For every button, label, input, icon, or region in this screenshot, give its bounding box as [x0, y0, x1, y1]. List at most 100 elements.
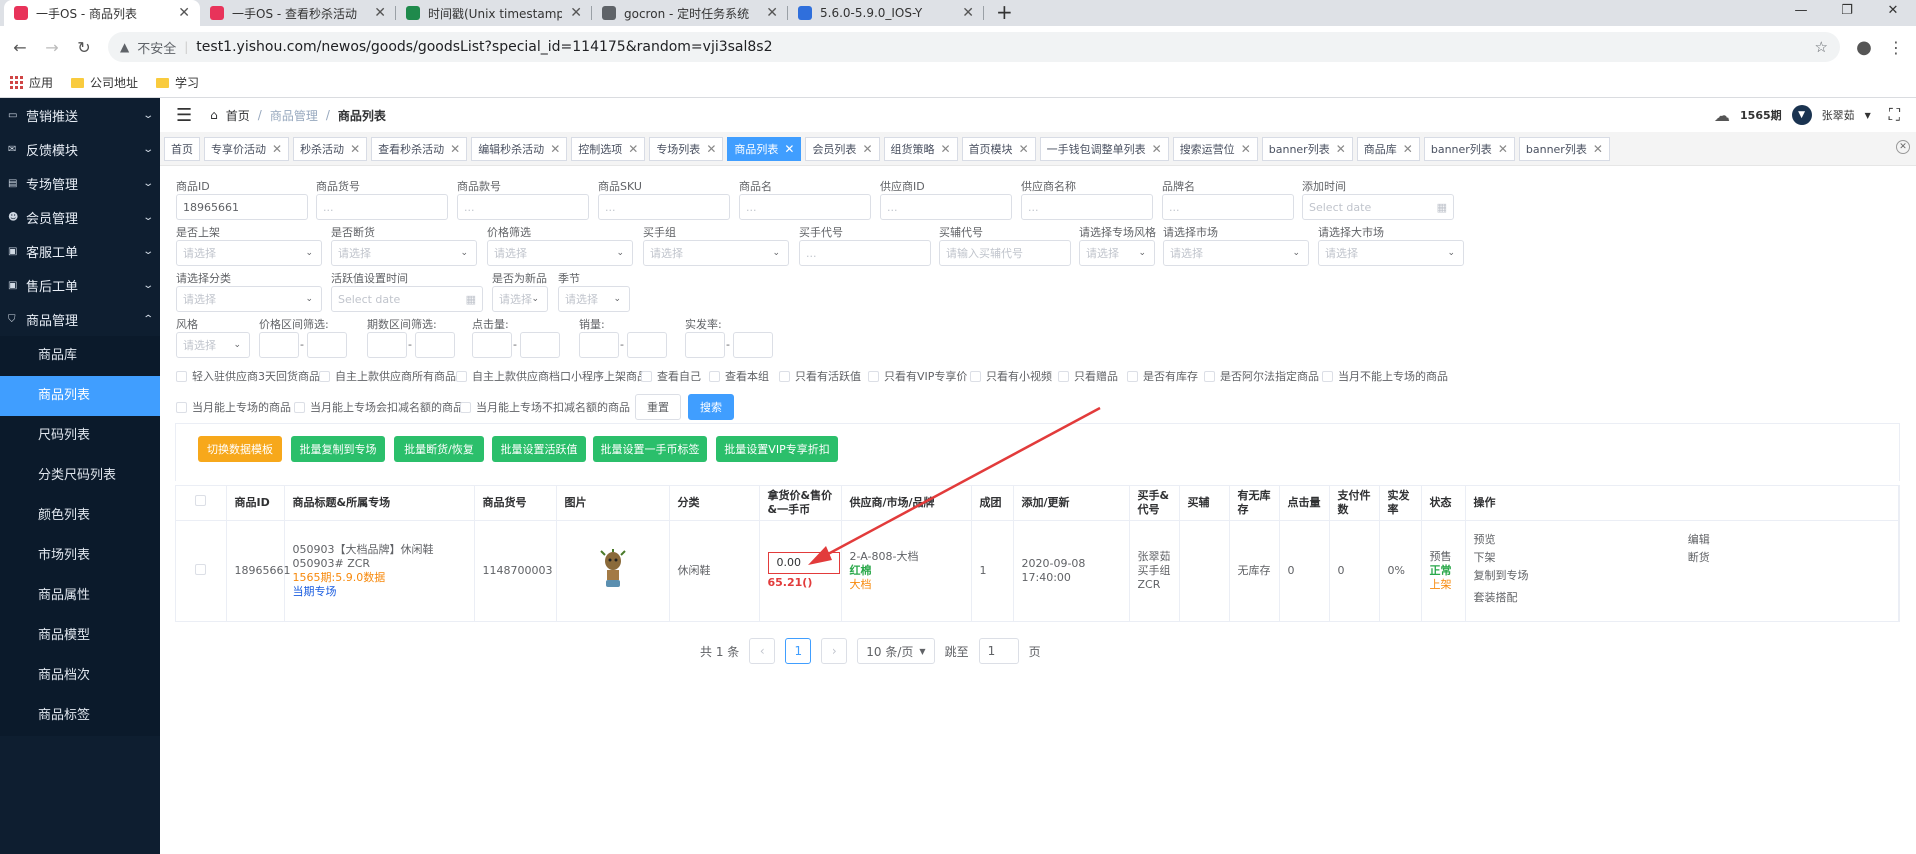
sidebar-group[interactable]: ▣ 售后工单 ⌄ [0, 268, 160, 302]
bookmark-apps[interactable]: 应用 [10, 74, 53, 91]
tag-close-icon[interactable]: ✕ [1019, 142, 1029, 156]
filter-checkbox[interactable]: 当月能上专场不扣减名额的商品 [460, 399, 630, 415]
action-button[interactable]: 切换数据模板 [198, 436, 282, 462]
special-link[interactable]: 当期专场 [293, 585, 466, 599]
op-link[interactable]: 套装搭配 [1474, 591, 1891, 605]
filter-input[interactable]: 请选择 ⌄ [1079, 240, 1155, 266]
row-checkbox[interactable] [195, 563, 207, 575]
reset-button[interactable]: 重置 [635, 394, 681, 420]
prev-page-button[interactable]: ‹ [749, 638, 776, 664]
profile-icon[interactable]: ● [1850, 37, 1878, 58]
op-link[interactable]: 编辑 [1688, 533, 1890, 547]
filter-input[interactable]: ... [457, 194, 589, 220]
forward-icon[interactable]: → [38, 38, 66, 57]
product-thumbnail[interactable] [598, 549, 628, 589]
new-tab-button[interactable]: + [984, 0, 1025, 26]
sidebar-item[interactable]: 商品库 [0, 336, 160, 376]
op-link[interactable]: 复制到专场 [1474, 569, 1891, 583]
tag-item[interactable]: 组货策略 ✕ [883, 136, 958, 161]
tag-close-icon[interactable]: ✕ [350, 142, 360, 156]
tag-item[interactable]: 专场列表 ✕ [649, 136, 724, 161]
close-window-icon[interactable]: ✕ [1870, 0, 1916, 22]
tag-close-icon[interactable]: ✕ [941, 142, 951, 156]
tag-close-icon[interactable]: ✕ [1593, 142, 1603, 156]
close-tab-icon[interactable]: ✕ [570, 5, 582, 21]
filter-checkbox[interactable]: 当月能上专场的商品 [176, 399, 291, 415]
browser-tab[interactable]: gocron - 定时任务系统 ✕ [592, 0, 788, 26]
tag-close-icon[interactable]: ✕ [1498, 142, 1508, 156]
tag-item[interactable]: 编辑秒杀活动 ✕ [471, 136, 568, 161]
filter-input[interactable]: 请选择 ⌄ [176, 286, 322, 312]
sidebar-group[interactable]: ▣ 客服工单 ⌄ [0, 234, 160, 268]
filter-checkbox[interactable]: 当月不能上专场的商品 [1322, 368, 1448, 384]
tag-close-icon[interactable]: ✕ [1152, 142, 1162, 156]
username[interactable]: 张翠茹 [1822, 107, 1855, 123]
tag-item[interactable]: banner列表 ✕ [1518, 136, 1610, 161]
browser-tab[interactable]: 时间戳(Unix timestamp)转换工具 ✕ [396, 0, 592, 26]
hamburger-icon[interactable]: ☰ [176, 105, 192, 126]
range-min-input[interactable] [367, 332, 407, 358]
filter-checkbox[interactable]: 只看有VIP专享价 [868, 368, 967, 384]
action-button[interactable]: 批量设置活跃值 [492, 436, 586, 462]
filter-input[interactable]: 请选择 ⌄ [176, 240, 322, 266]
action-button[interactable]: 批量断货/恢复 [394, 436, 484, 462]
filter-input[interactable]: 18965661 [176, 194, 308, 220]
sidebar-group[interactable]: ✉ 反馈模块 ⌄ [0, 132, 160, 166]
filter-checkbox[interactable]: 只看赠品 [1058, 368, 1118, 384]
filter-checkbox[interactable]: 自主上款供应商档口小程序上架商品 [456, 368, 648, 384]
filter-checkbox[interactable]: 是否阿尔法指定商品 [1204, 368, 1319, 384]
filter-input[interactable]: ... [1021, 194, 1153, 220]
close-tab-icon[interactable]: ✕ [178, 5, 190, 21]
tag-close-icon[interactable]: ✕ [450, 142, 460, 156]
sidebar-group[interactable]: ☻ 会员管理 ⌄ [0, 200, 160, 234]
browser-menu-icon[interactable]: ⋮ [1882, 38, 1910, 57]
fullscreen-icon[interactable]: ⛶ [1889, 105, 1900, 125]
tag-close-icon[interactable]: ✕ [706, 142, 716, 156]
tag-item[interactable]: 会员列表 ✕ [805, 136, 880, 161]
sidebar-item[interactable]: 商品属性 [0, 576, 160, 616]
op-link[interactable]: 预览 [1474, 533, 1676, 547]
sidebar-group[interactable]: ▤ 专场管理 ⌄ [0, 166, 160, 200]
filter-checkbox[interactable]: 自主上款供应商所有商品 [319, 368, 456, 384]
filter-input[interactable]: 请选择 ⌄ [176, 332, 250, 358]
range-max-input[interactable] [627, 332, 667, 358]
filter-input[interactable]: 请选择 ⌄ [643, 240, 789, 266]
goto-input[interactable]: 1 [978, 638, 1019, 664]
op-link[interactable]: 下架 [1474, 551, 1676, 565]
filter-input[interactable]: ... [598, 194, 730, 220]
next-page-button[interactable]: › [821, 638, 848, 664]
page-1-button[interactable]: 1 [785, 638, 812, 664]
filter-checkbox[interactable]: 查看自己 [641, 368, 701, 384]
tag-item[interactable]: 控制选项 ✕ [571, 136, 646, 161]
close-tab-icon[interactable]: ✕ [374, 5, 386, 21]
search-button[interactable]: 搜索 [688, 394, 734, 420]
tag-item[interactable]: 秒杀活动 ✕ [293, 136, 368, 161]
sidebar-group-open[interactable]: ⛉ 商品管理 ⌃ [0, 302, 160, 336]
range-max-input[interactable] [415, 332, 455, 358]
filter-input[interactable]: ... [316, 194, 448, 220]
sidebar-item[interactable]: 尺码列表 [0, 416, 160, 456]
page-size-select[interactable]: 10 条/页 ▼ [857, 638, 935, 664]
tag-active[interactable]: 商品列表 ✕ [727, 136, 802, 161]
bookmark-study[interactable]: 学习 [156, 74, 199, 91]
tag-close-icon[interactable]: ✕ [784, 142, 794, 156]
range-min-input[interactable] [579, 332, 619, 358]
range-min-input[interactable] [472, 332, 512, 358]
tag-close-icon[interactable]: ✕ [862, 142, 872, 156]
sidebar-item[interactable]: 分类尺码列表 [0, 456, 160, 496]
range-max-input[interactable] [307, 332, 347, 358]
tag-item[interactable]: 首页模块 ✕ [961, 136, 1036, 161]
tag-item[interactable]: 首页 [164, 136, 200, 161]
url-text[interactable]: test1.yishou.com/newos/goods/goodsList?s… [196, 39, 1806, 55]
action-button[interactable]: 批量设置VIP专享折扣 [716, 436, 838, 462]
sidebar-item[interactable]: 商品标签 [0, 696, 160, 736]
tag-item[interactable]: 商品库 ✕ [1356, 136, 1420, 161]
range-max-input[interactable] [520, 332, 560, 358]
caret-down-icon[interactable]: ▼ [1865, 111, 1871, 120]
filter-input[interactable]: 请输入买辅代号 [939, 240, 1071, 266]
filter-checkbox[interactable]: 是否有库存 [1127, 368, 1198, 384]
browser-tab[interactable]: 5.6.0-5.9.0_IOS-Y ✕ [788, 0, 984, 26]
filter-input[interactable]: 请选择 ⌄ [331, 240, 477, 266]
browser-tab[interactable]: 一手OS - 查看秒杀活动 ✕ [200, 0, 396, 26]
breadcrumb-goods[interactable]: 商品管理 [270, 107, 318, 124]
